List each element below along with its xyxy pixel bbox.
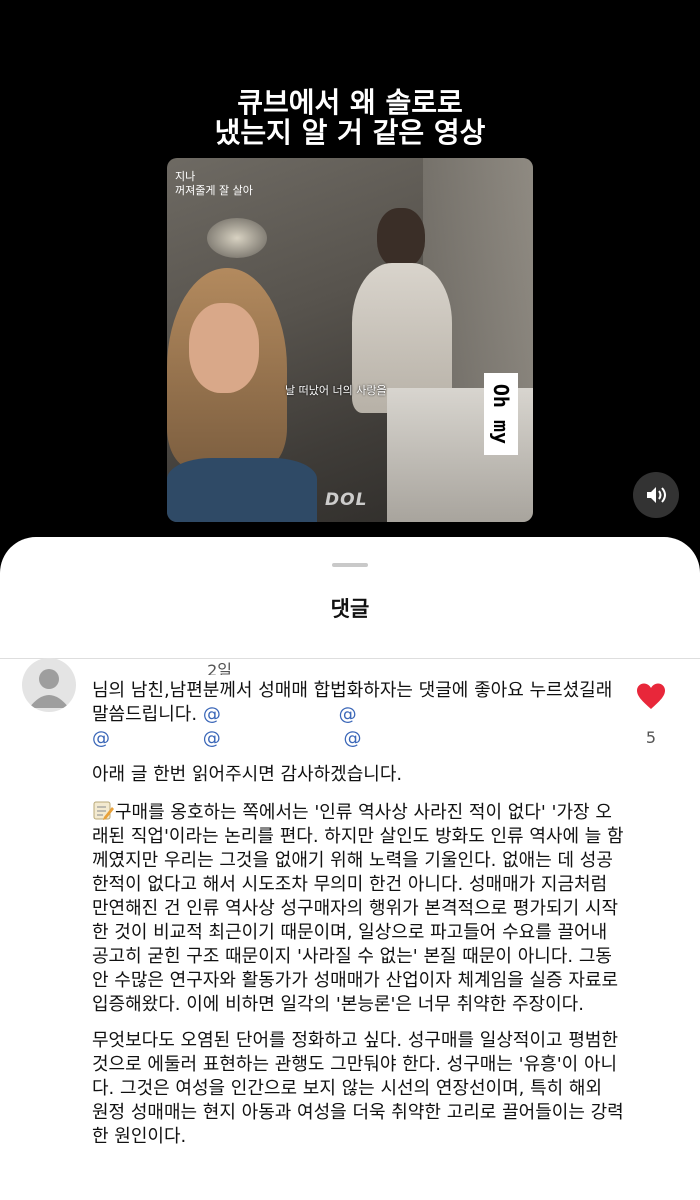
comment-meta: 2일 (92, 657, 232, 675)
video-caption: 큐브에서 왜 솔로로 냈는지 알 거 같은 영상 (0, 88, 700, 148)
mention-link[interactable]: @ (92, 727, 197, 751)
comment-body: 님의 남친,남편분께서 성매매 합법화하자는 댓글에 좋아요 누르셨길래 말씀드… (92, 679, 624, 1161)
comments-sheet[interactable]: 댓글 2일 님의 남친,남편분께서 성매매 합법화하자는 댓글에 좋아요 누르셨… (0, 537, 700, 1200)
comment-intro-paragraph: 님의 남친,남편분께서 성매매 합법화하자는 댓글에 좋아요 누르셨길래 말씀드… (92, 679, 624, 751)
mention-link[interactable]: @ (203, 703, 333, 727)
oh-my-sticker: Oh my (484, 373, 518, 455)
like-button[interactable] (636, 682, 666, 710)
video-frame[interactable]: 지나 꺼져줄게 잘 살아 날 떠났어 너의 사랑을 Oh my DOL (167, 158, 533, 522)
mention-link[interactable]: @ (343, 727, 361, 751)
caption-line-2: 냈는지 알 거 같은 영상 (214, 116, 486, 149)
avatar[interactable] (22, 658, 76, 712)
sheet-drag-handle[interactable] (332, 563, 368, 567)
video-watermark: DOL (325, 490, 368, 510)
comment-request: 아래 글 한번 읽어주시면 감사하겠습니다. (92, 764, 403, 785)
comment-paragraph-2: 무엇보다도 오염된 단어를 정화하고 싶다. 성구매를 일상적이고 평범한것으로… (92, 1030, 624, 1147)
heart-icon (637, 683, 665, 709)
paragraph-1-text: 구매를 옹호하는 쪽에서는 '인류 역사상 사라진 적이 없다' '가장 오래된… (92, 802, 624, 1015)
sheet-title: 댓글 (330, 597, 370, 621)
background-light (207, 218, 267, 258)
overlay-line-2: 꺼져줄게 잘 살아 (175, 184, 253, 197)
volume-icon (647, 487, 666, 503)
avatar-icon (29, 669, 69, 708)
mention-link[interactable]: @ (339, 703, 357, 727)
volume-button[interactable] (633, 472, 679, 518)
memo-icon (93, 801, 114, 820)
comment-time: 2일 (207, 661, 232, 675)
comment-paragraph-1: 구매를 옹호하는 쪽에서는 '인류 역사상 사라진 적이 없다' '가장 오래된… (92, 799, 624, 1017)
caption-line-1: 큐브에서 왜 솔로로 (237, 86, 463, 119)
sticker-text: Oh my (489, 383, 513, 445)
overlay-line-1: 지나 (175, 170, 196, 183)
video-overlay-text: 지나 꺼져줄게 잘 살아 (175, 170, 253, 198)
mention-link[interactable]: @ (203, 727, 338, 751)
video-player[interactable]: 큐브에서 왜 솔로로 냈는지 알 거 같은 영상 지나 꺼져줄게 잘 살아 날 … (0, 0, 700, 560)
like-count: 5 (645, 728, 657, 747)
video-subtitle: 날 떠났어 너의 사랑을 (285, 384, 387, 397)
